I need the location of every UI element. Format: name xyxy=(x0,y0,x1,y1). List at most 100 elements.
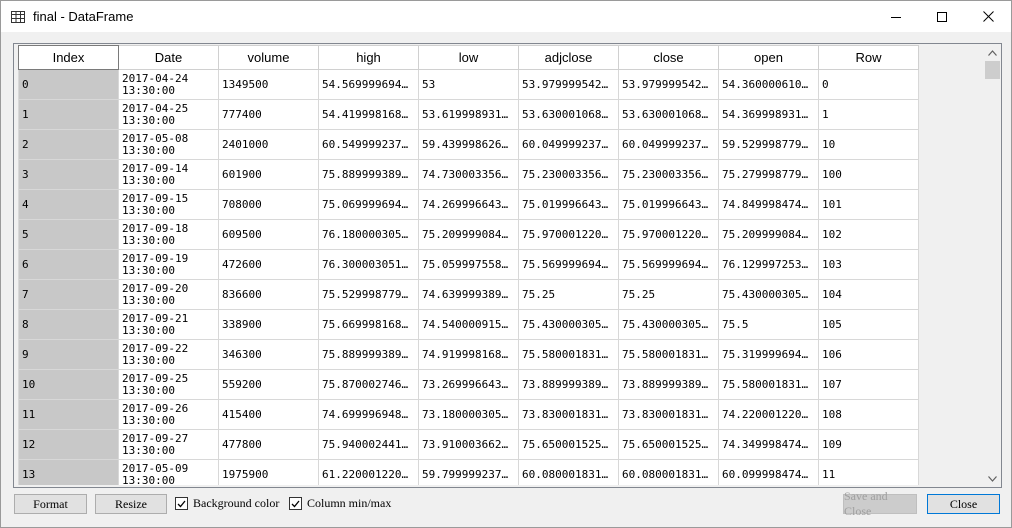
index-cell[interactable]: 0 xyxy=(18,69,119,100)
scrollbar-thumb[interactable] xyxy=(985,61,1000,79)
volume-cell[interactable]: 338900 xyxy=(218,309,319,340)
row-cell[interactable]: 104 xyxy=(818,279,919,310)
date-cell[interactable]: 2017-09-27 13:30:00 xyxy=(118,429,219,460)
volume-cell[interactable]: 2401000 xyxy=(218,129,319,160)
index-cell[interactable]: 10 xyxy=(18,369,119,400)
save-and-close-button[interactable]: Save and Close xyxy=(843,489,917,518)
adjclose-cell[interactable]: 53.630001068… xyxy=(518,99,619,130)
high-cell[interactable]: 54.419998168… xyxy=(318,99,419,130)
row-cell[interactable]: 100 xyxy=(818,159,919,190)
date-cell[interactable]: 2017-09-18 13:30:00 xyxy=(118,219,219,250)
date-cell[interactable]: 2017-09-14 13:30:00 xyxy=(118,159,219,190)
low-cell[interactable]: 74.730003356… xyxy=(418,159,519,190)
close-cell[interactable]: 75.25 xyxy=(618,279,719,310)
low-cell[interactable]: 74.540000915… xyxy=(418,309,519,340)
open-cell[interactable]: 54.369998931… xyxy=(718,99,819,130)
index-cell[interactable]: 6 xyxy=(18,249,119,280)
date-cell[interactable]: 2017-09-22 13:30:00 xyxy=(118,339,219,370)
open-cell[interactable]: 75.319999694… xyxy=(718,339,819,370)
date-cell[interactable]: 2017-09-15 13:30:00 xyxy=(118,189,219,220)
high-cell[interactable]: 74.699996948… xyxy=(318,399,419,430)
row-cell[interactable]: 10 xyxy=(818,129,919,160)
index-cell[interactable]: 4 xyxy=(18,189,119,220)
volume-cell[interactable]: 777400 xyxy=(218,99,319,130)
volume-cell[interactable]: 559200 xyxy=(218,369,319,400)
adjclose-cell[interactable]: 75.569999694… xyxy=(518,249,619,280)
high-cell[interactable]: 76.180000305… xyxy=(318,219,419,250)
high-cell[interactable]: 75.940002441… xyxy=(318,429,419,460)
close-cell[interactable]: 75.019996643… xyxy=(618,189,719,220)
low-cell[interactable]: 75.059997558… xyxy=(418,249,519,280)
format-button[interactable]: Format xyxy=(14,494,87,514)
column-header-open[interactable]: open xyxy=(718,45,819,70)
date-cell[interactable]: 2017-09-21 13:30:00 xyxy=(118,309,219,340)
high-cell[interactable]: 61.220001220… xyxy=(318,459,419,485)
adjclose-cell[interactable]: 75.970001220… xyxy=(518,219,619,250)
low-cell[interactable]: 74.919998168… xyxy=(418,339,519,370)
column-header-index[interactable]: Index xyxy=(18,45,119,70)
adjclose-cell[interactable]: 60.080001831… xyxy=(518,459,619,485)
row-cell[interactable]: 109 xyxy=(818,429,919,460)
column-header-volume[interactable]: volume xyxy=(218,45,319,70)
index-cell[interactable]: 7 xyxy=(18,279,119,310)
column-header-date[interactable]: Date xyxy=(118,45,219,70)
adjclose-cell[interactable]: 73.889999389… xyxy=(518,369,619,400)
index-cell[interactable]: 2 xyxy=(18,129,119,160)
high-cell[interactable]: 54.569999694… xyxy=(318,69,419,100)
row-cell[interactable]: 106 xyxy=(818,339,919,370)
high-cell[interactable]: 76.300003051… xyxy=(318,249,419,280)
adjclose-cell[interactable]: 75.580001831… xyxy=(518,339,619,370)
volume-cell[interactable]: 346300 xyxy=(218,339,319,370)
row-cell[interactable]: 102 xyxy=(818,219,919,250)
close-cell[interactable]: 75.569999694… xyxy=(618,249,719,280)
low-cell[interactable]: 59.439998626… xyxy=(418,129,519,160)
close-cell[interactable]: 75.230003356… xyxy=(618,159,719,190)
date-cell[interactable]: 2017-09-20 13:30:00 xyxy=(118,279,219,310)
adjclose-cell[interactable]: 75.650001525… xyxy=(518,429,619,460)
volume-cell[interactable]: 836600 xyxy=(218,279,319,310)
low-cell[interactable]: 75.209999084… xyxy=(418,219,519,250)
index-cell[interactable]: 5 xyxy=(18,219,119,250)
volume-cell[interactable]: 472600 xyxy=(218,249,319,280)
open-cell[interactable]: 75.279998779… xyxy=(718,159,819,190)
maximize-button[interactable] xyxy=(919,1,965,32)
adjclose-cell[interactable]: 75.25 xyxy=(518,279,619,310)
column-header-high[interactable]: high xyxy=(318,45,419,70)
column-header-adjclose[interactable]: adjclose xyxy=(518,45,619,70)
close-cell[interactable]: 75.580001831… xyxy=(618,339,719,370)
low-cell[interactable]: 53.619998931… xyxy=(418,99,519,130)
high-cell[interactable]: 75.889999389… xyxy=(318,159,419,190)
adjclose-cell[interactable]: 75.230003356… xyxy=(518,159,619,190)
volume-cell[interactable]: 1349500 xyxy=(218,69,319,100)
close-cell[interactable]: 60.049999237… xyxy=(618,129,719,160)
close-button[interactable]: Close xyxy=(927,494,1000,514)
low-cell[interactable]: 73.910003662… xyxy=(418,429,519,460)
volume-cell[interactable]: 1975900 xyxy=(218,459,319,485)
row-cell[interactable]: 11 xyxy=(818,459,919,485)
low-cell[interactable]: 73.180000305… xyxy=(418,399,519,430)
open-cell[interactable]: 60.099998474… xyxy=(718,459,819,485)
date-cell[interactable]: 2017-09-19 13:30:00 xyxy=(118,249,219,280)
index-cell[interactable]: 9 xyxy=(18,339,119,370)
background-color-checkbox[interactable]: Background color xyxy=(175,496,279,511)
volume-cell[interactable]: 601900 xyxy=(218,159,319,190)
open-cell[interactable]: 76.129997253… xyxy=(718,249,819,280)
title-bar[interactable]: final - DataFrame xyxy=(1,1,1011,32)
open-cell[interactable]: 75.580001831… xyxy=(718,369,819,400)
high-cell[interactable]: 75.069999694… xyxy=(318,189,419,220)
row-cell[interactable]: 0 xyxy=(818,69,919,100)
column-header-close[interactable]: close xyxy=(618,45,719,70)
scroll-up-icon[interactable] xyxy=(984,44,1001,61)
index-cell[interactable]: 3 xyxy=(18,159,119,190)
index-cell[interactable]: 1 xyxy=(18,99,119,130)
low-cell[interactable]: 53 xyxy=(418,69,519,100)
date-cell[interactable]: 2017-05-09 13:30:00 xyxy=(118,459,219,485)
adjclose-cell[interactable]: 75.019996643… xyxy=(518,189,619,220)
volume-cell[interactable]: 415400 xyxy=(218,399,319,430)
close-cell[interactable]: 75.970001220… xyxy=(618,219,719,250)
index-cell[interactable]: 8 xyxy=(18,309,119,340)
high-cell[interactable]: 75.889999389… xyxy=(318,339,419,370)
open-cell[interactable]: 75.430000305… xyxy=(718,279,819,310)
index-cell[interactable]: 11 xyxy=(18,399,119,430)
row-cell[interactable]: 108 xyxy=(818,399,919,430)
